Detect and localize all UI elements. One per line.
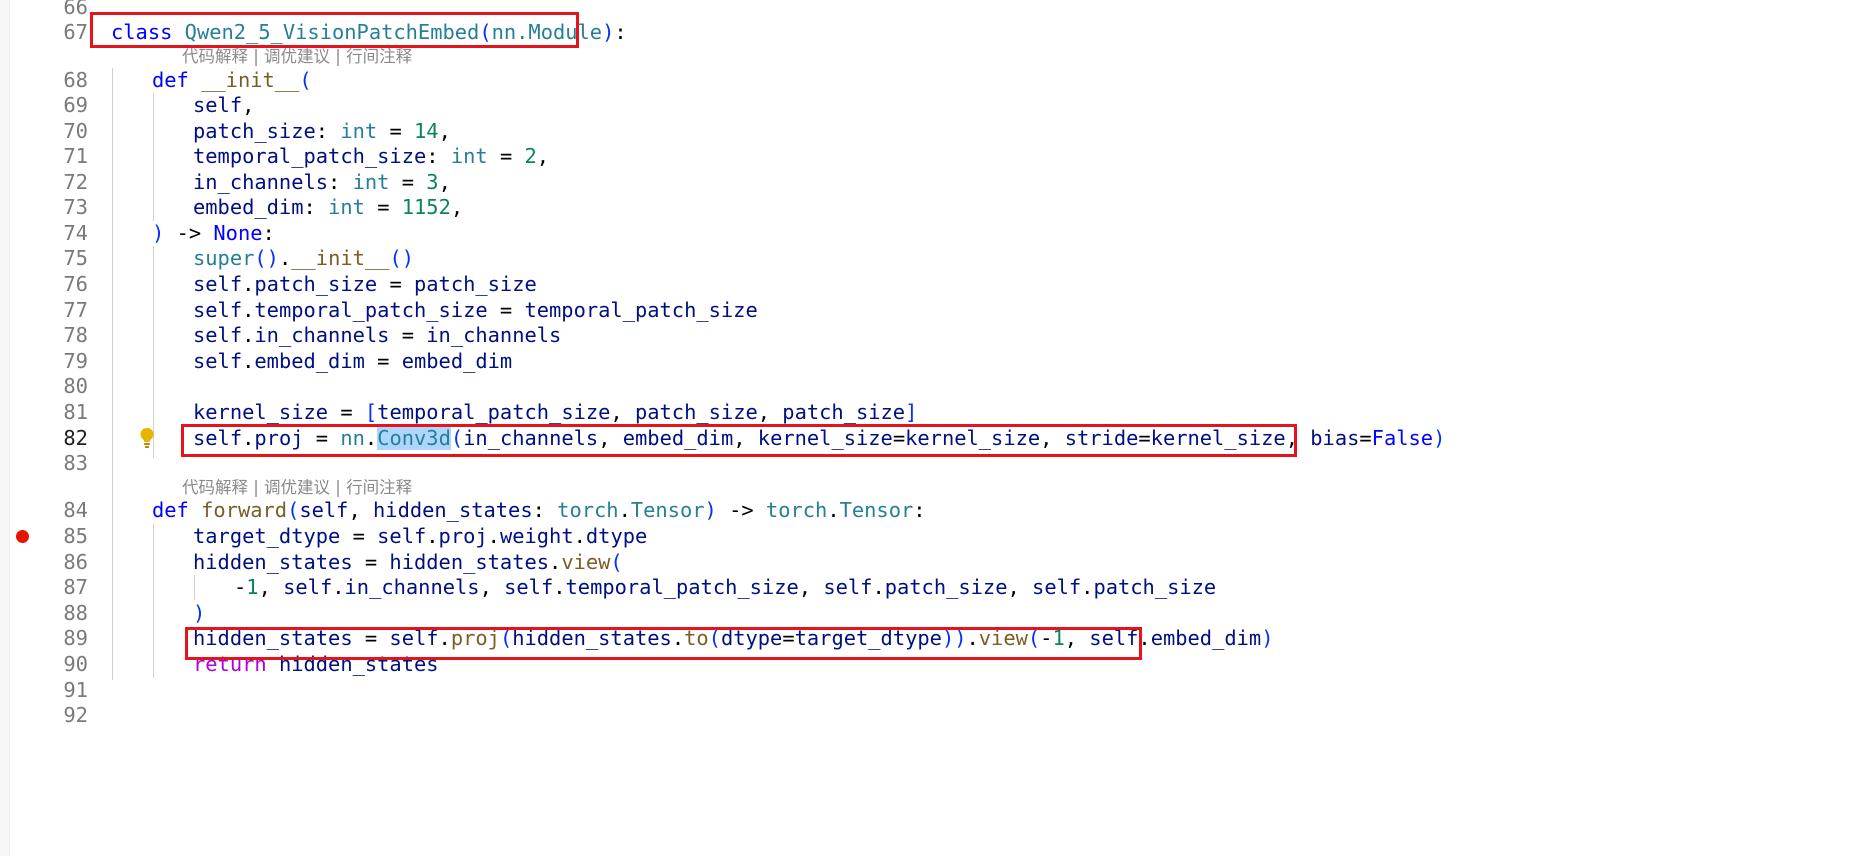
line-number[interactable]: 92: [0, 700, 88, 731]
line-number[interactable]: 83: [0, 448, 88, 479]
breakpoint-icon[interactable]: [16, 530, 29, 543]
lightbulb-icon[interactable]: [139, 426, 155, 450]
highlight-box-conv3d-projection: [181, 424, 1297, 457]
code-line-92[interactable]: 92: [0, 700, 1872, 731]
highlight-box-proj-view: [185, 627, 1142, 660]
highlight-box-class-definition: [90, 12, 579, 48]
line-number[interactable]: 67: [0, 17, 88, 48]
